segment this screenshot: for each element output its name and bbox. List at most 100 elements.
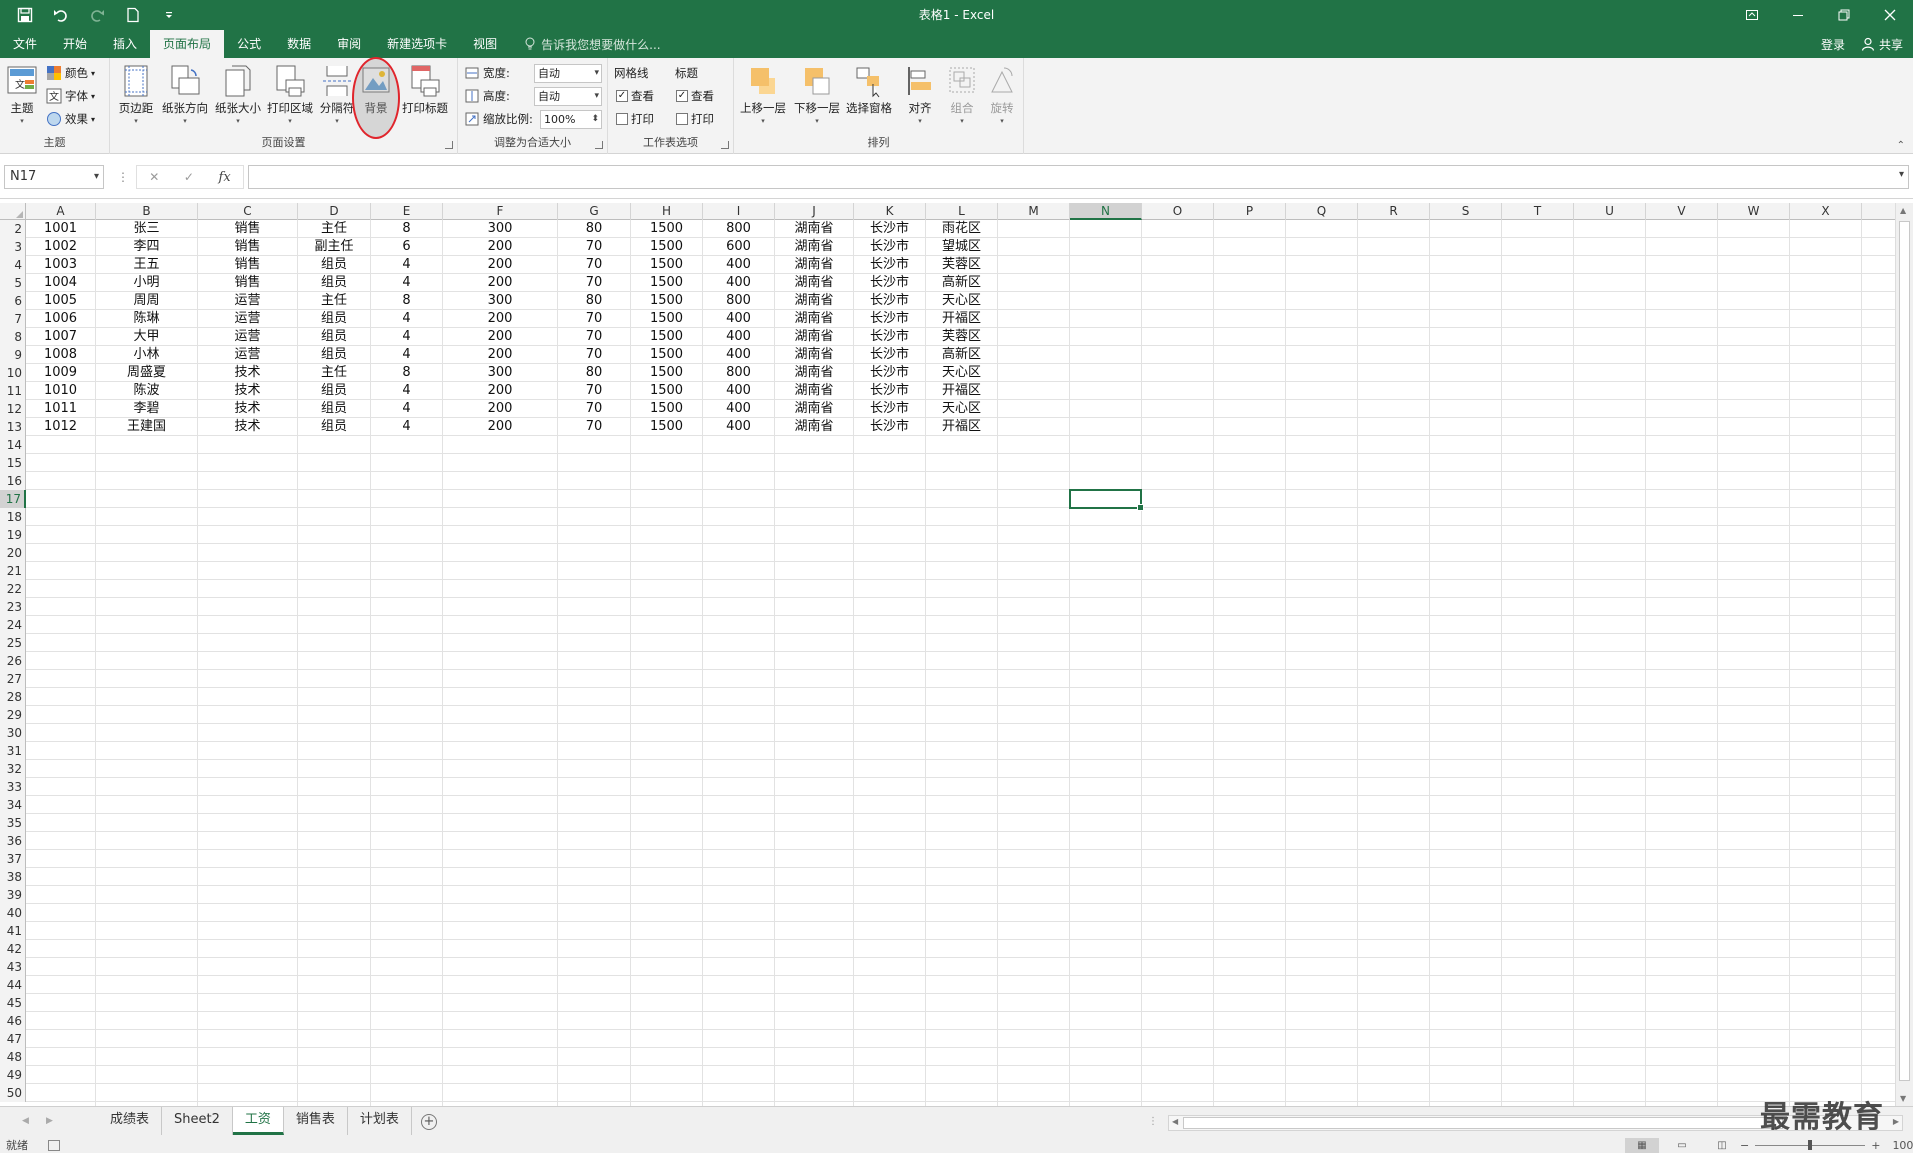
cell-G4[interactable]: 70 <box>558 256 631 274</box>
bring-forward-button[interactable]: 上移一层 ▾ <box>738 62 788 132</box>
gridlines-print-checkbox[interactable]: 打印 <box>616 108 654 130</box>
cell-F5[interactable]: 200 <box>443 274 558 292</box>
tab-1[interactable]: 开始 <box>50 30 100 58</box>
orientation-button[interactable]: 纸张方向 ▾ <box>160 62 210 132</box>
column-header-L[interactable]: L <box>926 203 998 220</box>
print-area-button[interactable]: 打印区域 ▾ <box>265 62 315 132</box>
cell-L11[interactable]: 开福区 <box>926 382 998 400</box>
row-header[interactable]: 33 <box>0 778 26 796</box>
cell-I12[interactable]: 400 <box>703 400 775 418</box>
cell-K12[interactable]: 长沙市 <box>854 400 926 418</box>
column-header-N[interactable]: N <box>1070 203 1142 220</box>
tab-7[interactable]: 新建选项卡 <box>374 30 460 58</box>
cell-A12[interactable]: 1011 <box>26 400 96 418</box>
width-dropdown[interactable]: 自动 <box>534 63 602 83</box>
row-header[interactable]: 41 <box>0 922 26 940</box>
row-header[interactable]: 45 <box>0 994 26 1012</box>
cell-K5[interactable]: 长沙市 <box>854 274 926 292</box>
cell-E4[interactable]: 4 <box>371 256 443 274</box>
cell-C12[interactable]: 技术 <box>198 400 298 418</box>
cell-H5[interactable]: 1500 <box>631 274 703 292</box>
collapse-ribbon-icon[interactable]: ⌃ <box>1897 140 1905 151</box>
column-header-A[interactable]: A <box>26 203 96 220</box>
theme-colors-button[interactable]: 颜色 ▾ <box>46 62 95 84</box>
row-header[interactable]: 34 <box>0 796 26 814</box>
margins-button[interactable]: 页边距 ▾ <box>116 62 156 132</box>
cell-G7[interactable]: 70 <box>558 310 631 328</box>
row-header[interactable]: 3 <box>0 238 26 256</box>
row-header[interactable]: 46 <box>0 1012 26 1030</box>
gridlines-view-checkbox[interactable]: ✓ 查看 <box>616 85 654 107</box>
cell-E7[interactable]: 4 <box>371 310 443 328</box>
row-header[interactable]: 4 <box>0 256 26 274</box>
row-header[interactable]: 49 <box>0 1066 26 1084</box>
cell-D9[interactable]: 组员 <box>298 346 371 364</box>
cell-I10[interactable]: 800 <box>703 364 775 382</box>
sheet-tab-4[interactable]: 计划表 <box>348 1107 412 1135</box>
cell-G6[interactable]: 80 <box>558 292 631 310</box>
cell-D12[interactable]: 组员 <box>298 400 371 418</box>
row-header[interactable]: 44 <box>0 976 26 994</box>
zoom-out-icon[interactable]: − <box>1740 1139 1749 1152</box>
normal-view-icon[interactable]: ▦ <box>1625 1138 1659 1153</box>
cell-E11[interactable]: 4 <box>371 382 443 400</box>
row-header[interactable]: 17 <box>0 490 26 508</box>
cell-I6[interactable]: 800 <box>703 292 775 310</box>
tab-3[interactable]: 页面布局 <box>150 30 225 58</box>
cell-B2[interactable]: 张三 <box>96 220 198 238</box>
cell-I3[interactable]: 600 <box>703 238 775 256</box>
cell-K6[interactable]: 长沙市 <box>854 292 926 310</box>
column-header-V[interactable]: V <box>1646 203 1718 220</box>
ribbon-display-options-icon[interactable] <box>1729 0 1775 30</box>
row-header[interactable]: 40 <box>0 904 26 922</box>
row-header[interactable]: 31 <box>0 742 26 760</box>
sheet-tab-2[interactable]: 工资 <box>232 1107 284 1135</box>
cell-I8[interactable]: 400 <box>703 328 775 346</box>
cell-F9[interactable]: 200 <box>443 346 558 364</box>
cell-K8[interactable]: 长沙市 <box>854 328 926 346</box>
cell-K7[interactable]: 长沙市 <box>854 310 926 328</box>
theme-fonts-button[interactable]: 文 字体 ▾ <box>46 85 95 107</box>
column-header-E[interactable]: E <box>371 203 443 220</box>
cell-J4[interactable]: 湖南省 <box>775 256 854 274</box>
cell-G12[interactable]: 70 <box>558 400 631 418</box>
row-header[interactable]: 42 <box>0 940 26 958</box>
cell-D11[interactable]: 组员 <box>298 382 371 400</box>
cell-K9[interactable]: 长沙市 <box>854 346 926 364</box>
row-header[interactable]: 12 <box>0 400 26 418</box>
send-backward-button[interactable]: 下移一层 ▾ <box>792 62 842 132</box>
page-break-view-icon[interactable]: ◫ <box>1705 1138 1739 1153</box>
vertical-scrollbar[interactable]: ▲ ▼ <box>1895 203 1913 1106</box>
cell-G8[interactable]: 70 <box>558 328 631 346</box>
row-header[interactable]: 9 <box>0 346 26 364</box>
scroll-up-icon[interactable]: ▲ <box>1900 206 1906 215</box>
row-header[interactable]: 47 <box>0 1030 26 1048</box>
cell-C11[interactable]: 技术 <box>198 382 298 400</box>
row-header[interactable]: 39 <box>0 886 26 904</box>
cell-B12[interactable]: 李碧 <box>96 400 198 418</box>
cell-J5[interactable]: 湖南省 <box>775 274 854 292</box>
cell-E10[interactable]: 8 <box>371 364 443 382</box>
headings-print-checkbox[interactable]: 打印 <box>676 108 714 130</box>
group-button[interactable]: 组合 ▾ <box>942 62 982 132</box>
select-all-button[interactable] <box>0 203 26 220</box>
row-header[interactable]: 43 <box>0 958 26 976</box>
enter-icon[interactable]: ✓ <box>184 170 194 184</box>
cell-L3[interactable]: 望城区 <box>926 238 998 256</box>
insert-function-icon[interactable]: fx <box>219 170 231 185</box>
cell-L9[interactable]: 高新区 <box>926 346 998 364</box>
cell-C13[interactable]: 技术 <box>198 418 298 436</box>
cell-C7[interactable]: 运营 <box>198 310 298 328</box>
column-header-I[interactable]: I <box>703 203 775 220</box>
column-header-R[interactable]: R <box>1358 203 1430 220</box>
cell-A9[interactable]: 1008 <box>26 346 96 364</box>
column-header-Q[interactable]: Q <box>1286 203 1358 220</box>
cell-E3[interactable]: 6 <box>371 238 443 256</box>
cell-K10[interactable]: 长沙市 <box>854 364 926 382</box>
row-header[interactable]: 27 <box>0 670 26 688</box>
cell-F6[interactable]: 300 <box>443 292 558 310</box>
row-header[interactable]: 37 <box>0 850 26 868</box>
cell-F4[interactable]: 200 <box>443 256 558 274</box>
column-header-W[interactable]: W <box>1718 203 1790 220</box>
row-header[interactable]: 35 <box>0 814 26 832</box>
